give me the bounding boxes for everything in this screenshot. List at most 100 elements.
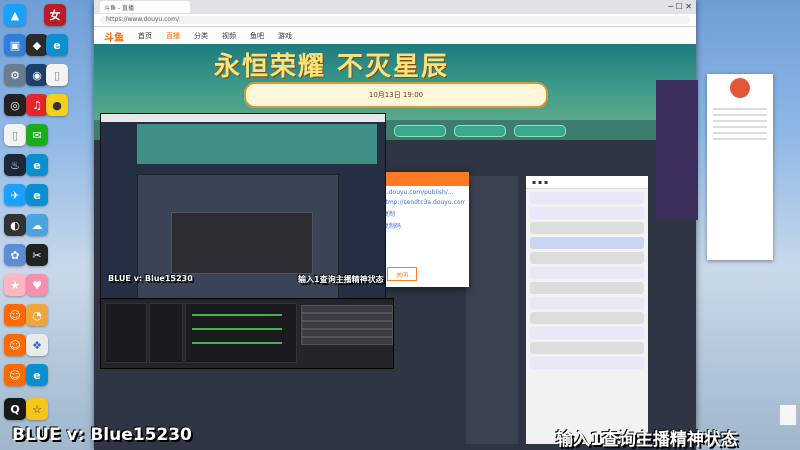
chat-row[interactable] xyxy=(530,297,644,309)
app3-icon[interactable]: ✈ xyxy=(4,184,26,206)
dialog-header xyxy=(379,172,469,186)
pc-icon[interactable]: ▣ xyxy=(4,34,26,56)
wechat-icon[interactable]: ✉ xyxy=(26,124,48,146)
file-icon[interactable]: ▯ xyxy=(46,64,68,86)
weather-icon[interactable]: ☁ xyxy=(26,214,48,236)
avatar xyxy=(730,78,750,98)
close-button[interactable]: 关闭 xyxy=(387,267,417,281)
app9-icon[interactable]: ☺ xyxy=(4,304,26,326)
app8-icon[interactable]: ♥ xyxy=(26,274,48,296)
chat-row[interactable] xyxy=(530,327,644,339)
site-logo[interactable]: 斗鱼 xyxy=(104,29,124,44)
chat-row[interactable] xyxy=(530,192,644,204)
obs-control-button[interactable] xyxy=(301,305,393,313)
obs-icon[interactable]: ◎ xyxy=(4,94,26,116)
dialog-line-1[interactable]: rtmp://sendtc3a.douyu.com/... xyxy=(383,199,465,206)
chat-row[interactable] xyxy=(530,222,644,234)
gift-panel xyxy=(466,176,518,444)
dialog-line-0[interactable]: 1.douyu.com/publish/... xyxy=(383,189,465,196)
chat-row[interactable] xyxy=(530,207,644,219)
edge2-icon[interactable]: e xyxy=(26,154,48,176)
chat-line xyxy=(713,132,767,134)
app5-icon[interactable]: ✿ xyxy=(4,244,26,266)
overlay-id-small: BLUE v: Blue15230 xyxy=(108,274,193,283)
search-tool-icon[interactable]: ◉ xyxy=(26,64,48,86)
nav-item-5[interactable]: 游戏 xyxy=(278,31,292,41)
app10-icon[interactable]: ☺ xyxy=(4,334,26,356)
doc-icon[interactable]: ▯ xyxy=(4,124,26,146)
nav-item-2[interactable]: 分类 xyxy=(194,31,208,41)
chat-row[interactable] xyxy=(530,282,644,294)
browser-tab[interactable]: 斗鱼 - 直播 xyxy=(100,1,190,13)
chat-panel-header: ▪ ▪ ▪ xyxy=(526,176,648,189)
browser-tabbar: 斗鱼 - 直播 ─ ☐ ✕ xyxy=(94,0,696,14)
chat-row[interactable] xyxy=(530,267,644,279)
obs-mixer[interactable] xyxy=(185,303,297,363)
obs-control-button[interactable] xyxy=(301,313,393,321)
obs-control-button[interactable] xyxy=(301,329,393,337)
overlay-hint: 输入1查询主播精神状态 xyxy=(556,430,738,450)
chat-line xyxy=(713,138,767,140)
obs-panel xyxy=(100,298,394,369)
banner-event-pill[interactable]: 10月13日 19:00 xyxy=(244,82,548,108)
preview-titlebar xyxy=(101,114,385,122)
dialog-line-3[interactable]: 复制码 xyxy=(383,221,465,230)
chat-row[interactable] xyxy=(530,312,644,324)
steam-icon[interactable]: ♨ xyxy=(4,154,26,176)
edge-icon[interactable]: e xyxy=(46,34,68,56)
stream-settings-dialog: 1.douyu.com/publish/... rtmp://sendtc3a.… xyxy=(379,172,469,287)
chat-line xyxy=(713,120,767,122)
chat-row[interactable] xyxy=(530,342,644,354)
subtab-4[interactable] xyxy=(394,125,446,137)
chat-line xyxy=(713,108,767,110)
edge3-icon[interactable]: e xyxy=(26,184,48,206)
nav-item-1[interactable]: 直播 xyxy=(166,31,180,41)
overlay-id: BLUE v: Blue15230 xyxy=(12,425,192,445)
preview-dialog xyxy=(171,212,313,274)
app7-icon[interactable]: ★ xyxy=(4,274,26,296)
obs-control-button[interactable] xyxy=(301,321,393,329)
app-icon[interactable]: ◆ xyxy=(26,34,48,56)
netease-icon[interactable]: ♫ xyxy=(26,94,48,116)
nav-item-4[interactable]: 鱼吧 xyxy=(250,31,264,41)
app12-icon[interactable]: ☺ xyxy=(4,364,26,386)
chat-row[interactable] xyxy=(530,357,644,369)
volume-meter xyxy=(192,314,282,316)
chat-row[interactable] xyxy=(530,252,644,264)
window-controls[interactable]: ─ ☐ ✕ xyxy=(668,2,692,11)
banner-headline: 永恒荣耀 不灭星辰 xyxy=(214,52,450,82)
desktop-icon-game[interactable]: 女 xyxy=(44,4,66,26)
address-bar: https://www.douyu.com/ xyxy=(94,14,696,27)
settings-icon[interactable]: ⚙ xyxy=(4,64,26,86)
app6-icon[interactable]: ✂ xyxy=(26,244,48,266)
volume-meter xyxy=(192,342,282,344)
url-field[interactable]: https://www.douyu.com/ xyxy=(100,16,690,24)
file-icon[interactable] xyxy=(779,404,797,426)
app2-icon[interactable]: ● xyxy=(46,94,68,116)
qq-icon[interactable]: Q xyxy=(4,398,26,420)
banner-date: 10月13日 19:00 xyxy=(368,91,424,99)
chat-line xyxy=(713,114,767,116)
volume-meter xyxy=(192,328,282,330)
dialog-line-2[interactable]: 复制 xyxy=(383,209,465,218)
owl-icon[interactable]: ◔ xyxy=(26,304,48,326)
obs-sources[interactable] xyxy=(149,303,183,363)
chat-row[interactable] xyxy=(530,237,644,249)
nav-item-3[interactable]: 视频 xyxy=(222,31,236,41)
nav-item-0[interactable]: 首页 xyxy=(138,31,152,41)
subtab-5[interactable] xyxy=(454,125,506,137)
app13-icon[interactable]: ☆ xyxy=(26,398,48,420)
overlay-hint-small: 输入1查询主播精神状态 xyxy=(298,275,384,284)
app4-icon[interactable]: ◐ xyxy=(4,214,26,236)
obs-control-button[interactable] xyxy=(301,337,393,345)
edge4-icon[interactable]: e xyxy=(26,364,48,386)
subtab-6[interactable] xyxy=(514,125,566,137)
app11-icon[interactable]: ❖ xyxy=(26,334,48,356)
side-promo[interactable] xyxy=(656,80,698,220)
obs-scenes[interactable] xyxy=(105,303,147,363)
chat-line xyxy=(713,126,767,128)
site-nav: 斗鱼 首页 直播 分类 视频 鱼吧 游戏 xyxy=(94,27,696,45)
chat-panel: ▪ ▪ ▪ xyxy=(526,176,648,444)
event-banner[interactable]: 永恒荣耀 不灭星辰 10月13日 19:00 xyxy=(94,44,696,120)
desktop-icon-douyu[interactable]: ▲ xyxy=(4,4,26,26)
